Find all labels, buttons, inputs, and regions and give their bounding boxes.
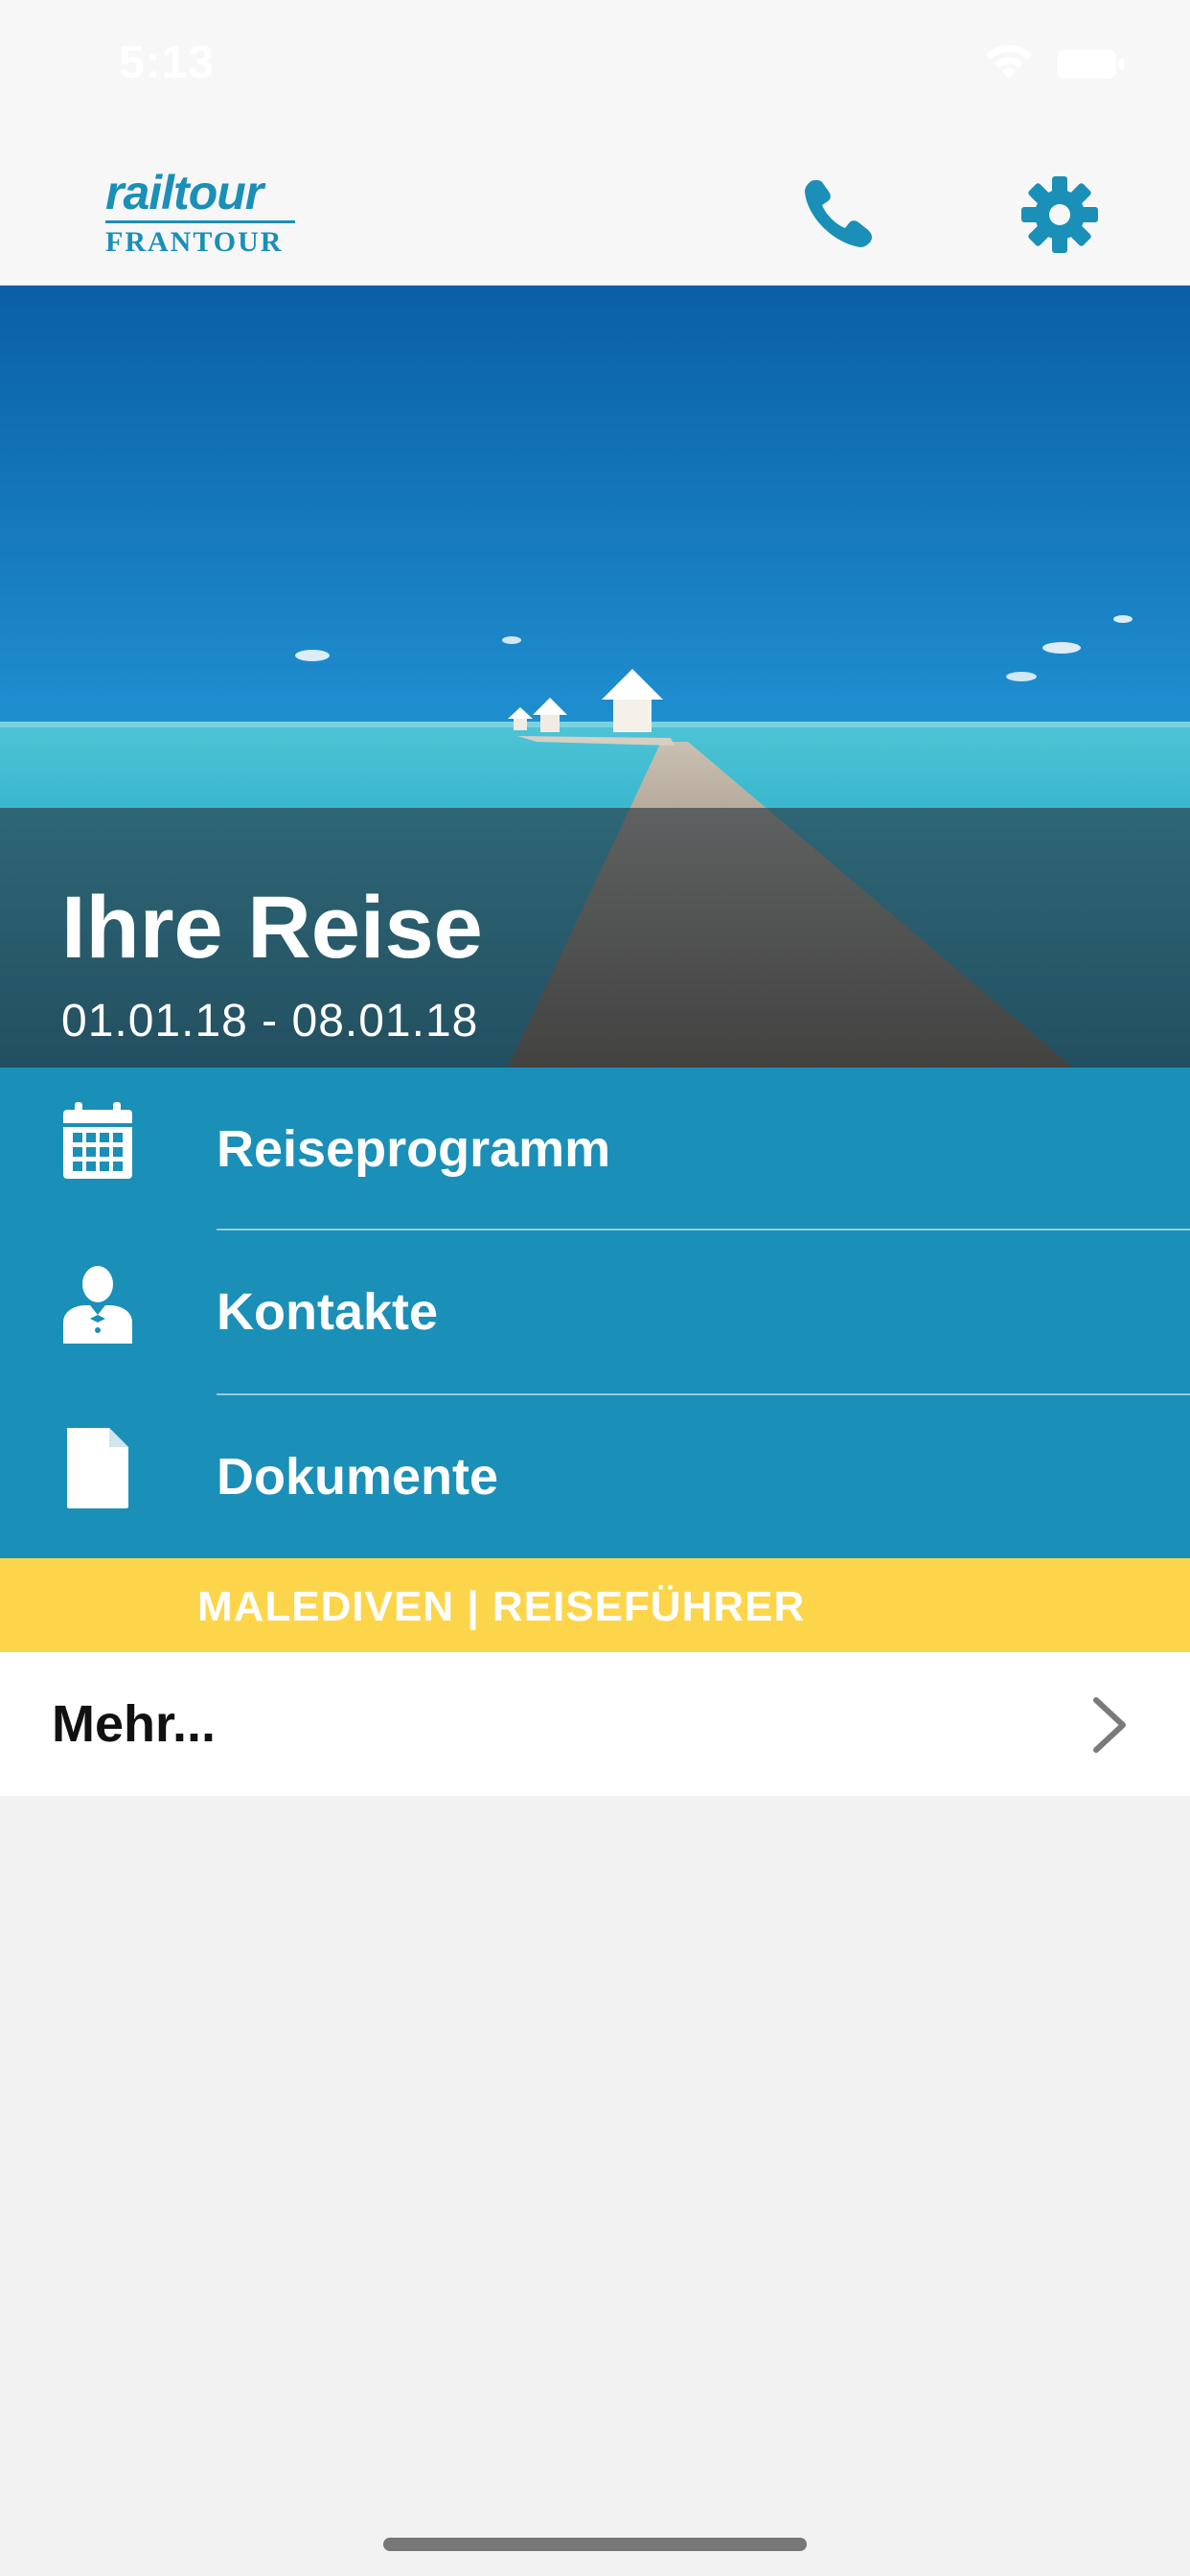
person-icon xyxy=(63,1266,132,1344)
app-header: railtour FRANTOUR xyxy=(0,134,1190,286)
more-label: Mehr... xyxy=(52,1695,217,1753)
hero-banner: Ihre Reise 01.01.18 - 08.01.18 xyxy=(0,286,1190,1068)
menu-item-reiseprogramm[interactable]: Reiseprogramm xyxy=(0,1068,1190,1232)
trip-dates: 01.01.18 - 08.01.18 xyxy=(61,996,479,1046)
status-time: 5:13 xyxy=(119,37,216,88)
travel-guide-banner[interactable]: MALEDIVEN | REISEFÜHRER xyxy=(0,1558,1190,1652)
battery-icon xyxy=(1057,50,1124,79)
hero-title: Ihre Reise xyxy=(61,879,483,977)
wifi-icon xyxy=(986,45,1032,79)
menu-item-dokumente[interactable]: Dokumente xyxy=(0,1395,1190,1560)
calendar-icon xyxy=(63,1102,132,1179)
chevron-right-icon xyxy=(1093,1697,1126,1753)
document-icon xyxy=(67,1428,128,1508)
travel-guide-label: MALEDIVEN | REISEFÜHRER xyxy=(197,1583,806,1630)
menu-item-label: Reiseprogramm xyxy=(217,1120,611,1178)
railtour-logo: railtour FRANTOUR xyxy=(102,165,303,258)
home-indicator[interactable] xyxy=(383,2538,807,2551)
phone-icon[interactable] xyxy=(801,174,878,251)
status-bar: 5:13 xyxy=(0,0,1190,134)
menu-item-label: Dokumente xyxy=(217,1448,499,1506)
trip-menu: Reiseprogramm Kontakte Dokumente xyxy=(0,1068,1190,1558)
gear-icon[interactable] xyxy=(1019,174,1100,255)
more-row[interactable]: Mehr... xyxy=(0,1652,1190,1796)
menu-item-kontakte[interactable]: Kontakte xyxy=(0,1230,1190,1395)
menu-item-label: Kontakte xyxy=(217,1283,439,1341)
